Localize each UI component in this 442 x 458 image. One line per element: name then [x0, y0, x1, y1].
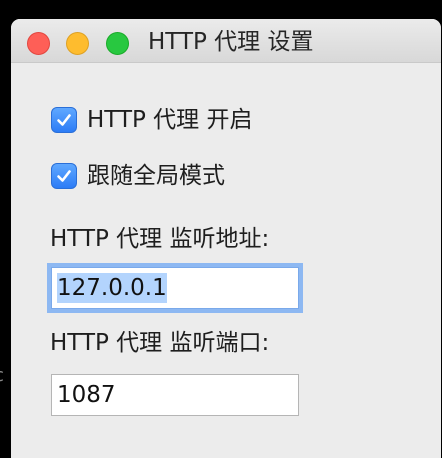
listen-address-label: HTTP 代理 监听地址:: [50, 226, 270, 252]
http-proxy-enable-label[interactable]: HTTP 代理 开启: [87, 105, 252, 135]
title-bar[interactable]: HTTP 代理 设置: [11, 19, 441, 63]
http-proxy-enable-checkbox[interactable]: [51, 107, 77, 133]
http-proxy-enable-option[interactable]: HTTP 代理 开启: [51, 105, 252, 135]
listen-port-input[interactable]: 1087: [51, 374, 299, 416]
zoom-window-button[interactable]: [106, 32, 129, 55]
background-window-fragment: c: [0, 366, 4, 386]
settings-window: HTTP 代理 设置 HTTP 代理 开启 跟随全局模式 HTTP 代理 监听地…: [11, 19, 441, 458]
checkmark-icon: [57, 170, 71, 182]
listen-address-input[interactable]: 127.0.0.1: [51, 267, 299, 309]
follow-global-mode-label[interactable]: 跟随全局模式: [87, 161, 225, 191]
desktop-background: c HTTP 代理 设置 HTTP 代理 开启: [0, 0, 442, 458]
window-title: HTTP 代理 设置: [148, 29, 314, 55]
close-window-button[interactable]: [27, 32, 50, 55]
minimize-window-button[interactable]: [66, 32, 89, 55]
listen-port-value[interactable]: 1087: [57, 380, 116, 410]
follow-global-mode-checkbox[interactable]: [51, 163, 77, 189]
listen-address-value[interactable]: 127.0.0.1: [57, 273, 167, 303]
settings-panel: HTTP 代理 开启 跟随全局模式 HTTP 代理 监听地址: 127.0.0.…: [11, 63, 441, 458]
listen-port-label: HTTP 代理 监听端口:: [50, 330, 270, 356]
follow-global-mode-option[interactable]: 跟随全局模式: [51, 161, 225, 191]
checkmark-icon: [57, 114, 71, 126]
